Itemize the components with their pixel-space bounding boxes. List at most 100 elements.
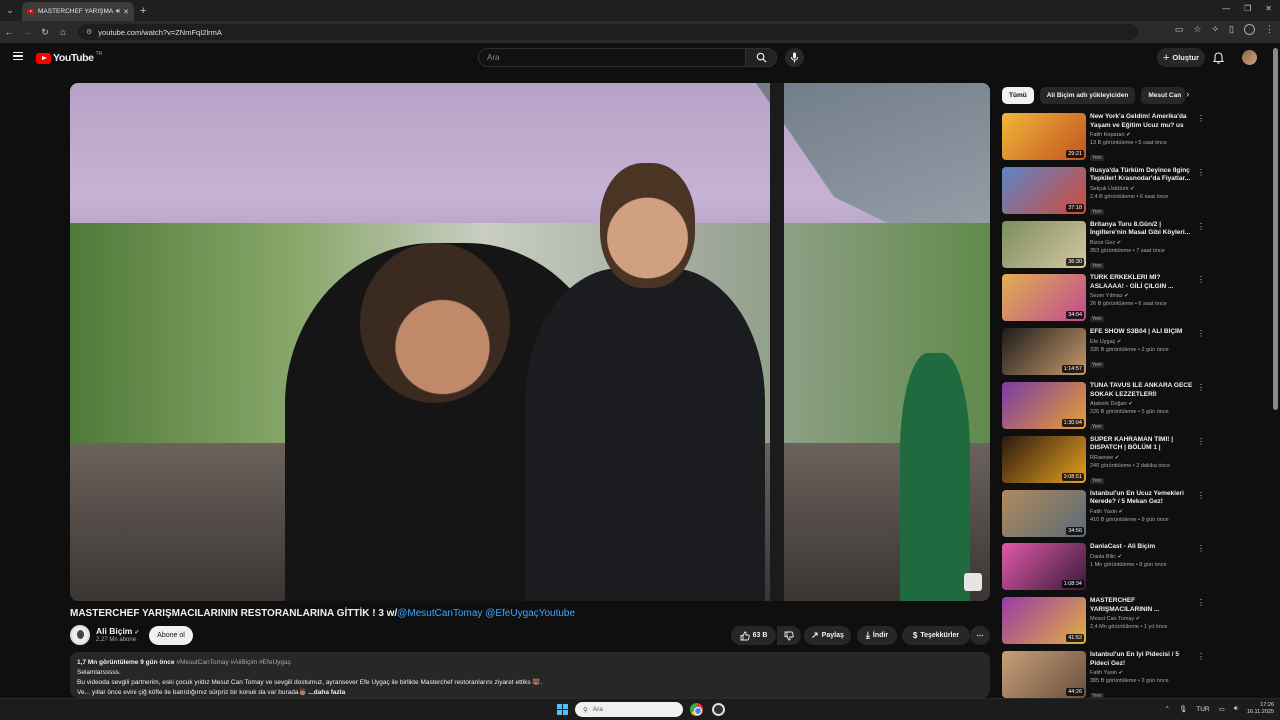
browser-tab[interactable]: MASTERCHEF YARIŞMACILARI... 🔊︎ ✕ (22, 2, 134, 21)
video-thumbnail[interactable]: 36:30 (1002, 220, 1086, 268)
download-button[interactable]: ⤓ İndir (857, 626, 897, 645)
taskbar-search-input[interactable]: ⚲ Ara (575, 702, 683, 717)
video-thumbnail[interactable]: 1:08:34 (1002, 543, 1086, 591)
bookmark-star-icon[interactable]: ☆ (1193, 24, 1201, 35)
video-title[interactable]: MASTERCHEF YARIŞMACILARININ ... (1090, 597, 1195, 614)
video-title[interactable]: Rusya'da Türküm Deyince İlginç Tepkiler!… (1090, 167, 1195, 184)
channel-watermark-icon[interactable] (964, 573, 982, 591)
more-vertical-icon[interactable]: ⋮ (1197, 491, 1205, 500)
recommended-video[interactable]: 36:30 Britanya Turu 8.Gün/2 | İngiltere'… (1002, 220, 1207, 271)
recommended-video[interactable]: 29:21 New York'a Geldim! Amerika'da Yaşa… (1002, 113, 1207, 163)
recommended-video[interactable]: 34:56 İstanbul'un En Ucuz Yemekleri Nere… (1002, 489, 1207, 540)
video-thumbnail[interactable]: 3:08:51 (1002, 435, 1086, 483)
video-title[interactable]: TUNA TAVUS İLE ANKARA GECE SOKAK LEZZETL… (1090, 382, 1195, 399)
video-channel[interactable]: Fatih Koparan ✔︎ (1090, 132, 1195, 138)
video-channel[interactable]: Bizce Gez ✔︎ (1090, 240, 1195, 246)
minimize-icon[interactable]: — (1222, 4, 1230, 13)
chrome-icon[interactable] (690, 703, 703, 716)
recommended-video[interactable]: 1:14:57 EFE SHOW S3B04 | ALİ BİÇİM Efe U… (1002, 328, 1207, 378)
microphone-icon[interactable]: 🎙︎ (1179, 705, 1187, 713)
back-icon[interactable]: ← (0, 27, 18, 37)
more-vertical-icon[interactable]: ⋮ (1197, 544, 1205, 553)
tab-search-icon[interactable]: ⌄ (0, 0, 20, 21)
recommended-video[interactable]: 44:26 İstanbul'un En İyi Pidecisi / 5 Pi… (1002, 651, 1207, 701)
video-channel[interactable]: Fatih Yasin ✔︎ (1090, 670, 1195, 676)
video-title[interactable]: İstanbul'un En İyi Pidecisi / 5 Pideci G… (1090, 651, 1195, 668)
reload-icon[interactable]: ↻ (36, 27, 54, 38)
video-title[interactable]: DanlaCast - Ali Biçim (1090, 543, 1195, 552)
search-button[interactable] (745, 48, 777, 67)
more-vertical-icon[interactable]: ⋮ (1197, 168, 1205, 177)
recommended-video[interactable]: 41:52 MASTERCHEF YARIŞMACILARININ ... Me… (1002, 597, 1207, 647)
sidebar-icon[interactable]: ▯ (1229, 24, 1234, 35)
video-thumbnail[interactable]: 34:04 (1002, 274, 1086, 322)
chevron-right-icon[interactable]: › (1186, 89, 1189, 100)
description-box[interactable]: 1,7 Mn görüntüleme 9 gün önce #MesutCanT… (70, 652, 990, 698)
video-channel[interactable]: Selçuk Üstütürk ✔︎ (1090, 186, 1195, 192)
network-icon[interactable]: ▭ (1219, 705, 1225, 713)
new-tab-icon[interactable]: + (140, 5, 146, 17)
input-language[interactable]: TUR (1196, 706, 1209, 713)
video-channel[interactable]: Sezer Yılmaz ✔︎ (1090, 293, 1195, 299)
video-title[interactable]: New York'a Geldim! Amerika'da Yaşam ve E… (1090, 113, 1195, 130)
video-title[interactable]: TÜRK ERKEKLERİ Mİ? ASLAAAA! - GİLİ ÇILGI… (1090, 274, 1195, 291)
channel-avatar[interactable] (70, 625, 90, 645)
like-button[interactable]: 63 B (731, 626, 776, 645)
video-thumbnail[interactable]: 41:52 (1002, 597, 1086, 645)
recommended-video[interactable]: 1:30:04 TUNA TAVUS İLE ANKARA GECE SOKAK… (1002, 382, 1207, 432)
chip-from-uploader[interactable]: Ali Biçim adlı yükleyiciden (1039, 87, 1136, 104)
video-thumbnail[interactable]: 37:18 (1002, 166, 1086, 214)
more-vertical-icon[interactable]: ⋮ (1197, 222, 1205, 231)
menu-icon[interactable] (13, 52, 23, 60)
close-tab-icon[interactable]: ✕ (123, 8, 129, 16)
video-thumbnail[interactable]: 34:56 (1002, 489, 1086, 537)
dislike-button[interactable] (777, 626, 801, 645)
voice-search-button[interactable] (785, 48, 804, 67)
more-vertical-icon[interactable]: ⋮ (1197, 329, 1205, 338)
subscribe-button[interactable]: Abone ol (149, 626, 193, 645)
profile-icon[interactable] (1244, 24, 1255, 35)
speaker-icon[interactable]: 🔊︎ (116, 8, 120, 16)
volume-icon[interactable]: 🔊︎ (1234, 705, 1238, 713)
forward-icon[interactable]: → (18, 27, 36, 37)
video-player[interactable] (70, 83, 990, 601)
more-actions-button[interactable]: ⋯ (970, 626, 990, 645)
site-info-icon[interactable]: ⚙︎ (86, 28, 92, 36)
video-channel[interactable]: Fatih Yasin ✔︎ (1090, 509, 1195, 515)
recommended-video[interactable]: 3:08:51 SÜPER KAHRAMAN TİMİ! | DISPATCH … (1002, 435, 1207, 486)
video-channel[interactable]: Danla Bilic ✔︎ (1090, 554, 1195, 560)
thanks-button[interactable]: $ Teşekkürler (902, 626, 970, 645)
video-thumbnail[interactable]: 1:14:57 (1002, 328, 1086, 376)
cast-icon[interactable]: ▭ (1175, 24, 1184, 35)
video-title[interactable]: Britanya Turu 8.Gün/2 | İngiltere'nin Ma… (1090, 221, 1195, 238)
video-channel[interactable]: Mesut Can Tomay ✔︎ (1090, 616, 1195, 622)
close-window-icon[interactable]: ✕ (1265, 4, 1272, 13)
more-vertical-icon[interactable]: ⋮ (1197, 437, 1205, 446)
video-title[interactable]: İstanbul'un En Ucuz Yemekleri Nerede? / … (1090, 490, 1195, 507)
youtube-logo[interactable]: YouTube TR (36, 51, 102, 64)
video-channel[interactable]: Ataberk Doğan ✔︎ (1090, 401, 1195, 407)
tray-chevron-icon[interactable]: ⌃ (1165, 705, 1170, 713)
video-thumbnail[interactable]: 29:21 (1002, 113, 1086, 160)
clock[interactable]: 17:26 16.11.2025 (1247, 702, 1274, 716)
extensions-icon[interactable]: ✧ (1212, 24, 1220, 35)
video-title-mentions[interactable]: @MesutCanTomay @EfeUygaçYoutube (397, 608, 575, 619)
channel-name[interactable]: Ali Biçim ✔︎ (96, 626, 139, 636)
more-vertical-icon[interactable]: ⋮ (1197, 275, 1205, 284)
more-vertical-icon[interactable]: ⋮ (1197, 383, 1205, 392)
video-title[interactable]: EFE SHOW S3B04 | ALİ BİÇİM (1090, 328, 1195, 337)
video-channel[interactable]: RRaenee ✔︎ (1090, 455, 1195, 461)
create-button[interactable]: + Oluştur (1157, 48, 1205, 67)
video-thumbnail[interactable]: 1:30:04 (1002, 382, 1086, 429)
chip-mesut-can[interactable]: Mesut Can (1141, 87, 1186, 104)
more-vertical-icon[interactable]: ⋮ (1197, 652, 1205, 661)
description-hashtags[interactable]: #MesutCanTomay #AliBiçim #EfeUygaç (176, 659, 291, 666)
browser-menu-icon[interactable]: ⋮ (1265, 24, 1274, 35)
more-vertical-icon[interactable]: ⋮ (1197, 598, 1205, 607)
recommended-video[interactable]: 34:04 TÜRK ERKEKLERİ Mİ? ASLAAAA! - GİLİ… (1002, 274, 1207, 324)
home-icon[interactable]: ⌂ (54, 27, 72, 37)
obs-icon[interactable] (712, 703, 725, 716)
video-title[interactable]: SÜPER KAHRAMAN TİMİ! | DISPATCH | BÖLÜM … (1090, 436, 1195, 453)
video-thumbnail[interactable]: 44:26 (1002, 651, 1086, 698)
recommended-video[interactable]: 37:18 Rusya'da Türküm Deyince İlginç Tep… (1002, 166, 1207, 217)
